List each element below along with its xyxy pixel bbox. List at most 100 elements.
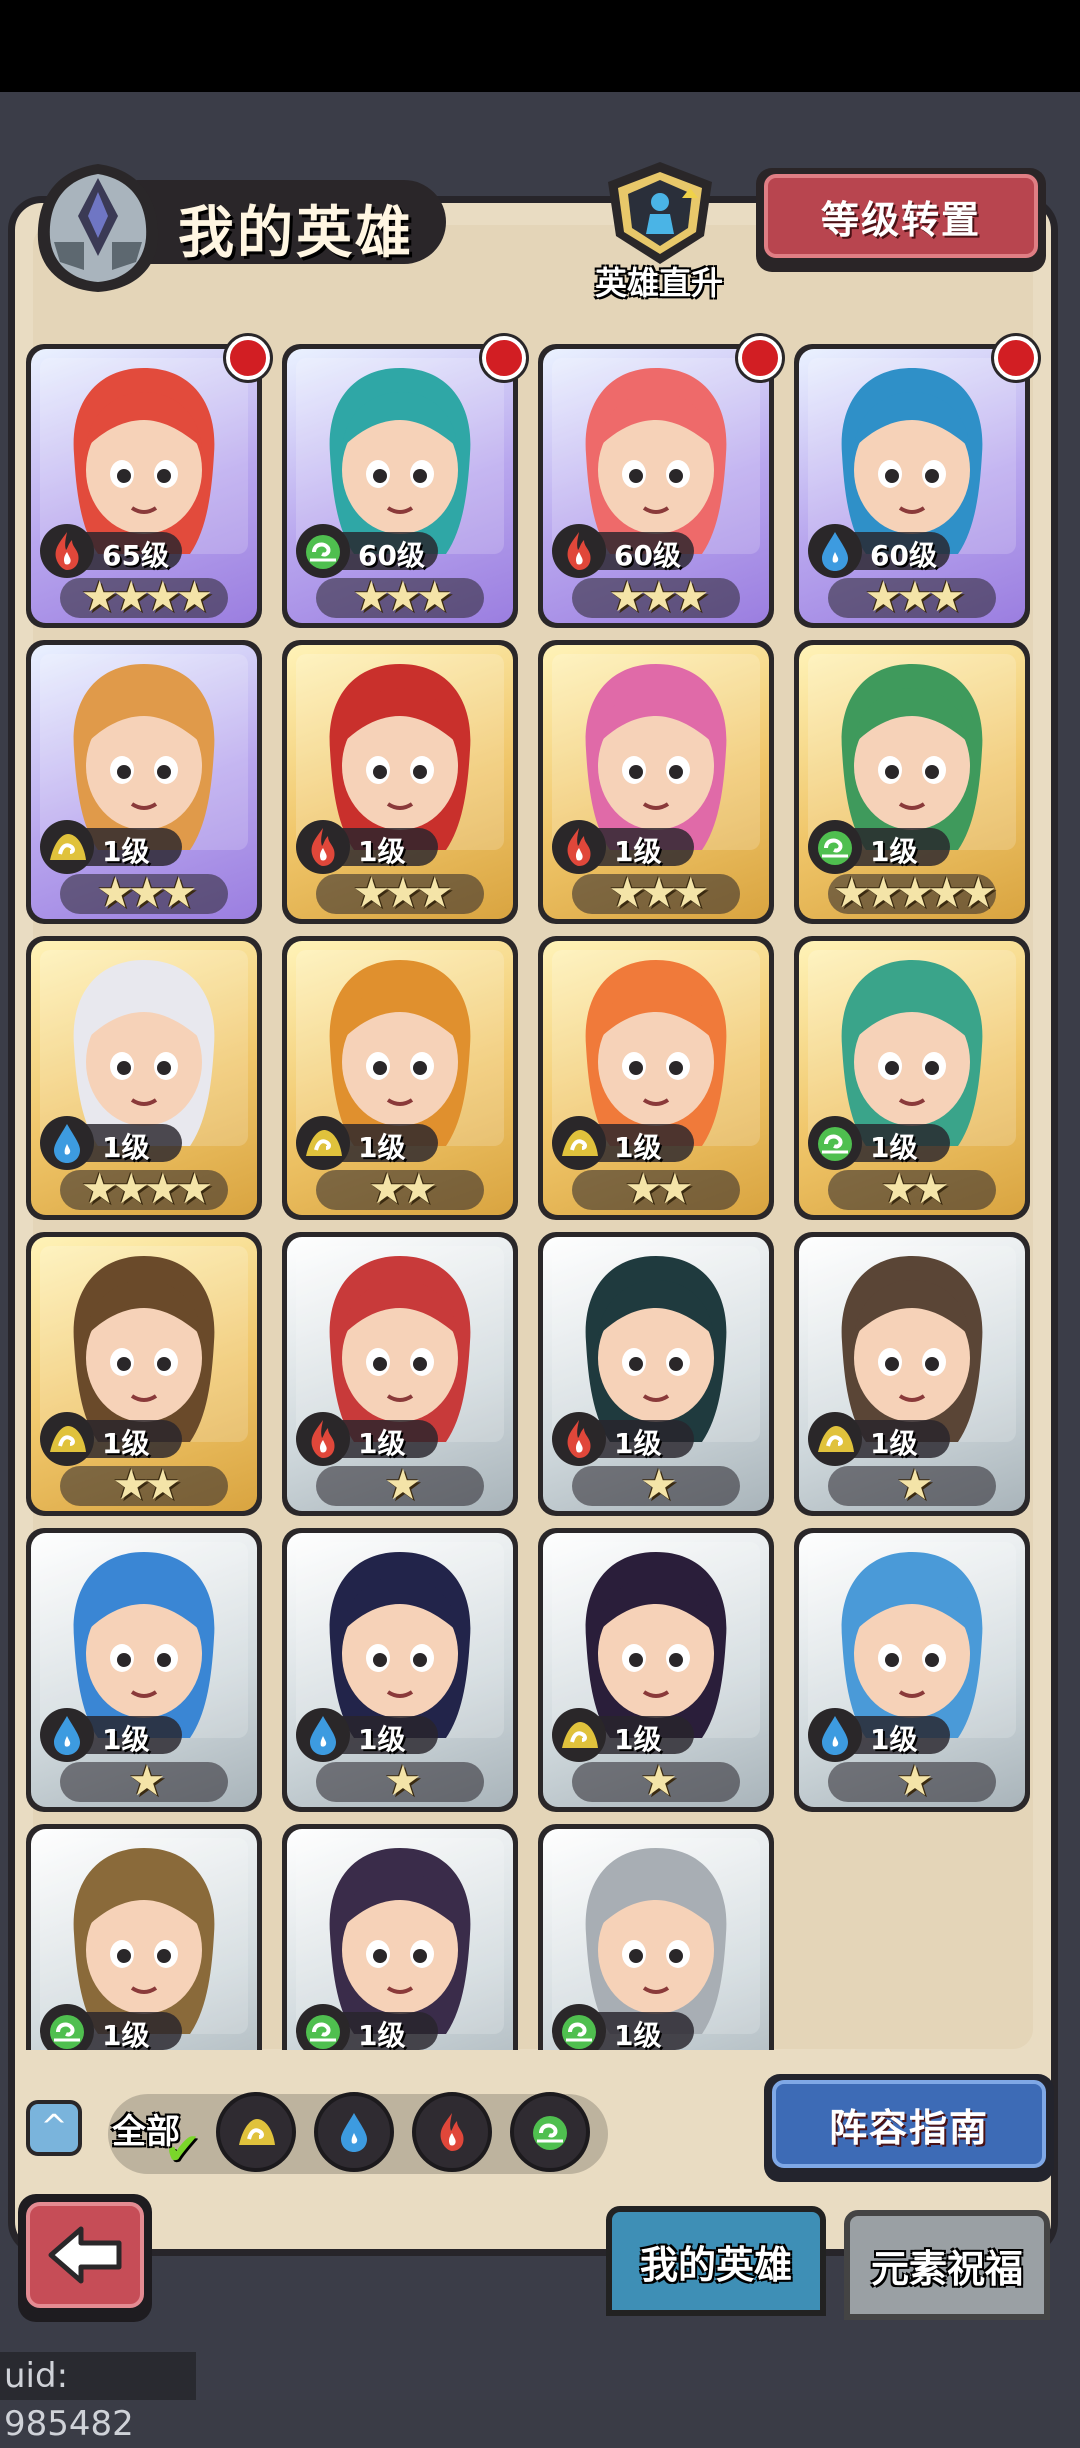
hero-stars: ★★ bbox=[880, 1164, 949, 1213]
lineup-guide-button[interactable]: 阵容指南 bbox=[764, 2074, 1054, 2182]
hero-card[interactable]: 60级 ★★★ bbox=[538, 336, 782, 628]
hero-level-badge: 1级 bbox=[548, 1708, 698, 1762]
hero-stars: ★ bbox=[384, 1756, 422, 1805]
hero-stars: ★ bbox=[640, 1756, 678, 1805]
lineup-guide-label: 阵容指南 bbox=[828, 2105, 989, 2150]
hero-level-badge: 1级 bbox=[292, 2004, 442, 2050]
hero-level-badge: 60级 bbox=[292, 524, 442, 578]
hero-level-badge: 1级 bbox=[804, 1708, 954, 1762]
hero-card[interactable]: 1级 ★ bbox=[282, 1528, 518, 1812]
water-element-icon bbox=[40, 1116, 94, 1170]
hero-card[interactable]: 1级 bbox=[282, 1824, 518, 2050]
hero-stars: ★ bbox=[896, 1756, 934, 1805]
hero-levelup-shortcut[interactable]: 英雄直升 bbox=[580, 158, 740, 306]
hero-level: 60级 bbox=[870, 539, 937, 572]
hero-level: 60级 bbox=[358, 539, 425, 572]
element-filter-bar: ^ 全部 ✔ bbox=[20, 2080, 608, 2180]
tab-element-blessing[interactable]: 元素祝福 bbox=[844, 2210, 1050, 2320]
hero-level: 1级 bbox=[870, 1723, 918, 1756]
notification-dot bbox=[482, 336, 526, 380]
hero-level: 1级 bbox=[870, 1131, 918, 1164]
hero-card[interactable]: 1级 ★★★ bbox=[26, 640, 262, 924]
hero-card[interactable]: 1级 ★★ bbox=[26, 1232, 262, 1516]
hero-stars: ★★★ bbox=[352, 572, 454, 621]
hero-card[interactable]: 1级 ★★ bbox=[794, 936, 1030, 1220]
earth-element-icon bbox=[552, 1116, 606, 1170]
hero-card[interactable]: 1级 ★ bbox=[282, 1232, 518, 1516]
shield-icon bbox=[608, 162, 712, 264]
filter-earth-icon[interactable] bbox=[216, 2092, 296, 2172]
hero-level: 1级 bbox=[102, 2019, 150, 2050]
hero-card[interactable]: 1级 ★★★★ bbox=[26, 936, 262, 1220]
hero-level: 1级 bbox=[614, 1131, 662, 1164]
level-reset-button[interactable]: 等级转置 bbox=[756, 168, 1046, 272]
fire-element-icon bbox=[40, 524, 94, 578]
hero-card[interactable]: 1级 ★ bbox=[538, 1232, 774, 1516]
hero-level-badge: 1级 bbox=[36, 1116, 186, 1170]
hero-card[interactable]: 1级 ★ bbox=[26, 1528, 262, 1812]
hero-card[interactable]: 1级 ★★ bbox=[538, 936, 774, 1220]
hero-stars: ★★ bbox=[624, 1164, 693, 1213]
hero-card[interactable]: 1级 ★ bbox=[794, 1528, 1030, 1812]
hero-card[interactable]: 1级 ★ bbox=[538, 1528, 774, 1812]
hero-level: 1级 bbox=[358, 1131, 406, 1164]
hero-level: 60级 bbox=[614, 539, 681, 572]
wind-element-icon bbox=[552, 2004, 606, 2050]
hero-stars: ★★★ bbox=[864, 572, 966, 621]
hero-level-badge: 60级 bbox=[804, 524, 954, 578]
water-element-icon bbox=[808, 1708, 862, 1762]
hero-card[interactable]: 1级 bbox=[26, 1824, 262, 2050]
hero-level: 1级 bbox=[102, 1723, 150, 1756]
hero-level-badge: 1级 bbox=[36, 2004, 186, 2050]
hero-stars: ★★★ bbox=[608, 572, 710, 621]
hero-stars: ★ bbox=[128, 1756, 166, 1805]
wind-element-icon bbox=[40, 2004, 94, 2050]
hero-card[interactable]: 60级 ★★★ bbox=[282, 336, 526, 628]
hero-stars: ★★ bbox=[112, 1460, 181, 1509]
tab-my-heroes-label: 我的英雄 bbox=[639, 2242, 792, 2287]
hero-level: 1级 bbox=[870, 1427, 918, 1460]
hero-stars: ★★★★ bbox=[80, 1164, 214, 1213]
hero-card[interactable]: 1级 ★★ bbox=[282, 936, 518, 1220]
fire-element-icon bbox=[552, 820, 606, 874]
back-arrow-icon bbox=[48, 2226, 122, 2284]
hero-level: 1级 bbox=[102, 835, 150, 868]
hero-level: 1级 bbox=[870, 835, 918, 868]
hero-card[interactable]: 1级 ★★★★★ bbox=[794, 640, 1030, 924]
hero-level-badge: 1级 bbox=[804, 820, 954, 874]
hero-level-badge: 1级 bbox=[548, 2004, 698, 2050]
collapse-chevron-icon[interactable]: ^ bbox=[26, 2100, 82, 2156]
hero-card[interactable]: 60级 ★★★ bbox=[794, 336, 1038, 628]
filter-fire-icon[interactable] bbox=[412, 2092, 492, 2172]
tab-my-heroes[interactable]: 我的英雄 bbox=[606, 2206, 826, 2316]
hero-stars: ★ bbox=[384, 1460, 422, 1509]
notification-dot bbox=[994, 336, 1038, 380]
hero-level: 1级 bbox=[614, 835, 662, 868]
water-element-icon bbox=[40, 1708, 94, 1762]
filter-wind-icon[interactable] bbox=[510, 2092, 590, 2172]
hero-stars: ★ bbox=[640, 1460, 678, 1509]
hero-stars: ★★★★ bbox=[80, 572, 214, 621]
hero-stars: ★★★ bbox=[96, 868, 198, 917]
hero-card[interactable]: 1级 ★ bbox=[794, 1232, 1030, 1516]
hero-level-badge: 60级 bbox=[548, 524, 698, 578]
fire-element-icon bbox=[296, 1412, 350, 1466]
fire-element-icon bbox=[296, 820, 350, 874]
filter-all[interactable]: 全部 ✔ bbox=[112, 2096, 204, 2175]
hero-level-badge: 1级 bbox=[292, 1412, 442, 1466]
hero-card[interactable]: 1级 ★★★ bbox=[282, 640, 518, 924]
filter-water-icon[interactable] bbox=[314, 2092, 394, 2172]
hero-card[interactable]: 1级 bbox=[538, 1824, 774, 2050]
back-button[interactable] bbox=[18, 2194, 152, 2322]
hero-level-badge: 1级 bbox=[36, 1708, 186, 1762]
earth-element-icon bbox=[40, 1412, 94, 1466]
page-header: 我的英雄 bbox=[18, 158, 446, 292]
hero-level: 1级 bbox=[102, 1131, 150, 1164]
hero-card[interactable]: 1级 ★★★ bbox=[538, 640, 774, 924]
hero-level: 1级 bbox=[614, 2019, 662, 2050]
hero-card[interactable]: 65级 ★★★★ bbox=[26, 336, 270, 628]
hero-level-badge: 1级 bbox=[804, 1116, 954, 1170]
earth-element-icon bbox=[552, 1708, 606, 1762]
level-reset-label: 等级转置 bbox=[820, 197, 981, 242]
hero-level-badge: 65级 bbox=[36, 524, 186, 578]
